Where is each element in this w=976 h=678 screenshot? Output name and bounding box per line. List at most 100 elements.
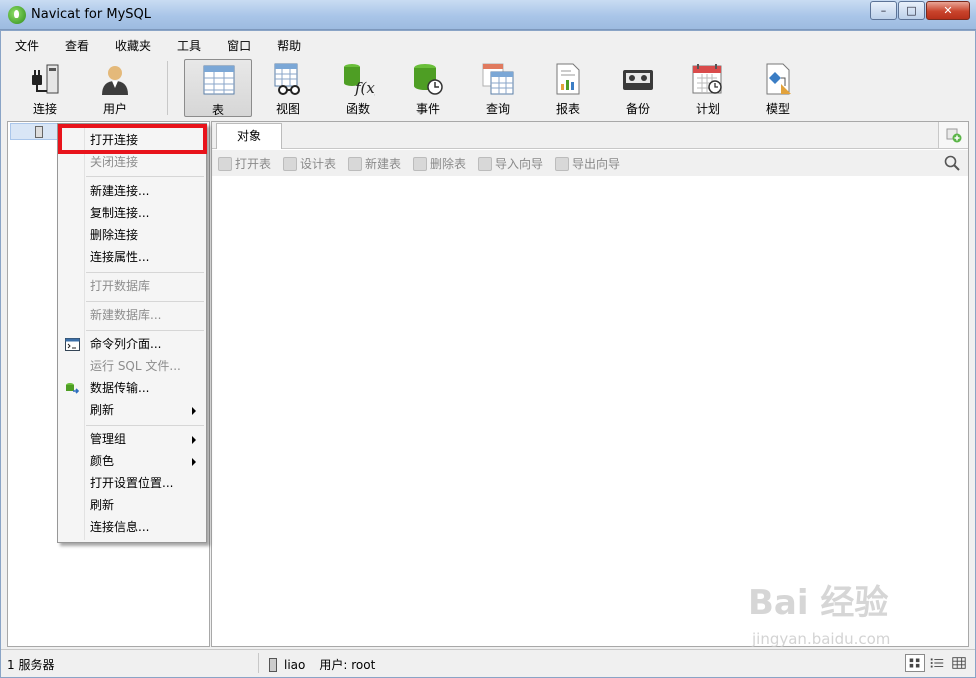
menu-separator	[86, 272, 204, 273]
connect-tool-button[interactable]: 连接	[11, 59, 79, 117]
highlight-annotation	[58, 124, 207, 154]
import-wizard-icon	[478, 156, 492, 171]
design-table-button[interactable]: 设计表	[283, 155, 336, 172]
open-table-label: 打开表	[235, 157, 272, 171]
import-wizard-button[interactable]: 导入向导	[478, 155, 543, 172]
menu-new-database[interactable]: 新建数据库...	[60, 305, 204, 326]
menu-open-settings-location[interactable]: 打开设置位置...	[60, 473, 204, 494]
report-label: 报表	[555, 102, 580, 116]
delete-table-label: 删除表	[430, 157, 467, 171]
add-object-icon[interactable]	[946, 127, 962, 143]
delete-table-button[interactable]: 删除表	[413, 155, 466, 172]
user-tool-button[interactable]: 用户	[81, 59, 149, 117]
menu-color-label: 颜色	[90, 454, 115, 468]
menu-connection-info[interactable]: 连接信息...	[60, 517, 204, 538]
object-tab-bar: 对象	[212, 122, 968, 149]
export-wizard-icon	[555, 156, 569, 171]
toolbar-separator	[167, 61, 168, 115]
main-toolbar: 连接 用户 表 视图 f(x 函数 事件 查询 报表 备份 计划 模型	[7, 57, 969, 119]
view-icon	[274, 63, 300, 95]
plug-icon	[32, 64, 59, 94]
console-icon	[65, 338, 80, 351]
menu-tools[interactable]: 工具	[169, 35, 209, 55]
view-label: 视图	[275, 102, 300, 116]
menu-connection-properties[interactable]: 连接属性...	[60, 247, 204, 268]
backup-tool-button[interactable]: 备份	[604, 59, 672, 117]
large-icons-view-icon[interactable]	[905, 654, 925, 672]
new-table-icon	[348, 156, 362, 171]
design-table-label: 设计表	[300, 157, 337, 171]
menu-bar: 文件 查看 收藏夹 工具 窗口 帮助	[7, 35, 319, 55]
view-tool-button[interactable]: 视图	[254, 59, 322, 117]
menu-data-transfer[interactable]: 数据传输...	[60, 378, 204, 399]
menu-copy-connection[interactable]: 复制连接...	[60, 203, 204, 224]
menu-open-database[interactable]: 打开数据库	[60, 276, 204, 297]
server-icon	[35, 126, 43, 138]
menu-file[interactable]: 文件	[7, 35, 47, 55]
menu-help[interactable]: 帮助	[269, 35, 309, 55]
open-table-button[interactable]: 打开表	[218, 155, 271, 172]
tab-objects[interactable]: 对象	[216, 123, 282, 149]
connection-user: 用户: root	[319, 658, 376, 672]
menu-refresh[interactable]: 刷新	[60, 495, 204, 516]
status-separator	[258, 653, 259, 673]
menu-command-console-label: 命令列介面...	[90, 337, 162, 351]
menu-refresh-submenu[interactable]: 刷新	[60, 400, 204, 421]
backup-icon	[623, 70, 653, 90]
menu-separator	[86, 330, 204, 331]
table-tool-button[interactable]: 表	[184, 59, 252, 117]
menu-new-connection[interactable]: 新建连接...	[60, 181, 204, 202]
close-button[interactable]: ✕	[926, 1, 970, 20]
add-tab-area[interactable]	[938, 122, 968, 148]
watermark-logo: Bai 经验	[748, 583, 889, 623]
watermark-url: jingyan.baidu.com	[752, 630, 891, 648]
status-bar: 1 服务器 liao 用户: root	[1, 649, 975, 677]
menu-manage-group[interactable]: 管理组	[60, 429, 204, 450]
event-tool-button[interactable]: 事件	[394, 59, 462, 117]
menu-data-transfer-label: 数据传输...	[90, 381, 150, 395]
query-icon	[482, 63, 514, 95]
user-icon	[102, 66, 128, 95]
backup-label: 备份	[625, 102, 650, 116]
new-table-label: 新建表	[365, 157, 402, 171]
object-toolbar: 打开表 设计表 新建表 删除表 导入向导 导出向导	[212, 150, 968, 176]
menu-manage-group-label: 管理组	[90, 432, 127, 446]
list-view-icon[interactable]	[927, 654, 947, 672]
model-tool-button[interactable]: 模型	[744, 59, 812, 117]
report-tool-button[interactable]: 报表	[534, 59, 602, 117]
object-pane: 对象 打开表 设计表 新建表 删除表 导入向导 导出向导	[211, 121, 969, 647]
function-label: 函数	[345, 102, 370, 116]
window-title: Navicat for MySQL	[31, 7, 151, 22]
maximize-button[interactable]: □	[898, 1, 925, 20]
function-tool-button[interactable]: f(x) 函数	[324, 59, 392, 117]
menu-window[interactable]: 窗口	[219, 35, 259, 55]
search-icon[interactable]	[944, 155, 960, 171]
delete-table-icon	[413, 156, 427, 171]
menu-run-sql-file[interactable]: 运行 SQL 文件...	[60, 356, 204, 377]
submenu-arrow-icon	[192, 458, 196, 466]
user-label: 用户	[102, 102, 127, 116]
detail-view-icon[interactable]	[949, 654, 969, 672]
design-table-icon	[283, 156, 297, 171]
export-wizard-button[interactable]: 导出向导	[555, 155, 620, 172]
model-label: 模型	[765, 102, 790, 116]
window-controls: – □ ✕	[869, 1, 970, 20]
export-wizard-label: 导出向导	[572, 157, 621, 171]
minimize-button[interactable]: –	[870, 1, 897, 20]
new-table-button[interactable]: 新建表	[348, 155, 401, 172]
view-mode-buttons	[903, 654, 969, 672]
menu-close-connection[interactable]: 关闭连接	[60, 152, 204, 173]
title-bar: Navicat for MySQL – □ ✕	[0, 0, 976, 30]
open-table-icon	[218, 156, 232, 171]
menu-separator	[86, 176, 204, 177]
import-wizard-label: 导入向导	[495, 157, 544, 171]
server-count: 1 服务器	[7, 658, 55, 672]
menu-command-console[interactable]: 命令列介面...	[60, 334, 204, 355]
context-menu: 打开连接 关闭连接 新建连接... 复制连接... 删除连接 连接属性... 打…	[57, 123, 207, 543]
schedule-tool-button[interactable]: 计划	[674, 59, 742, 117]
menu-view[interactable]: 查看	[57, 35, 97, 55]
menu-delete-connection[interactable]: 删除连接	[60, 225, 204, 246]
menu-color[interactable]: 颜色	[60, 451, 204, 472]
query-tool-button[interactable]: 查询	[464, 59, 532, 117]
menu-favorites[interactable]: 收藏夹	[107, 35, 159, 55]
